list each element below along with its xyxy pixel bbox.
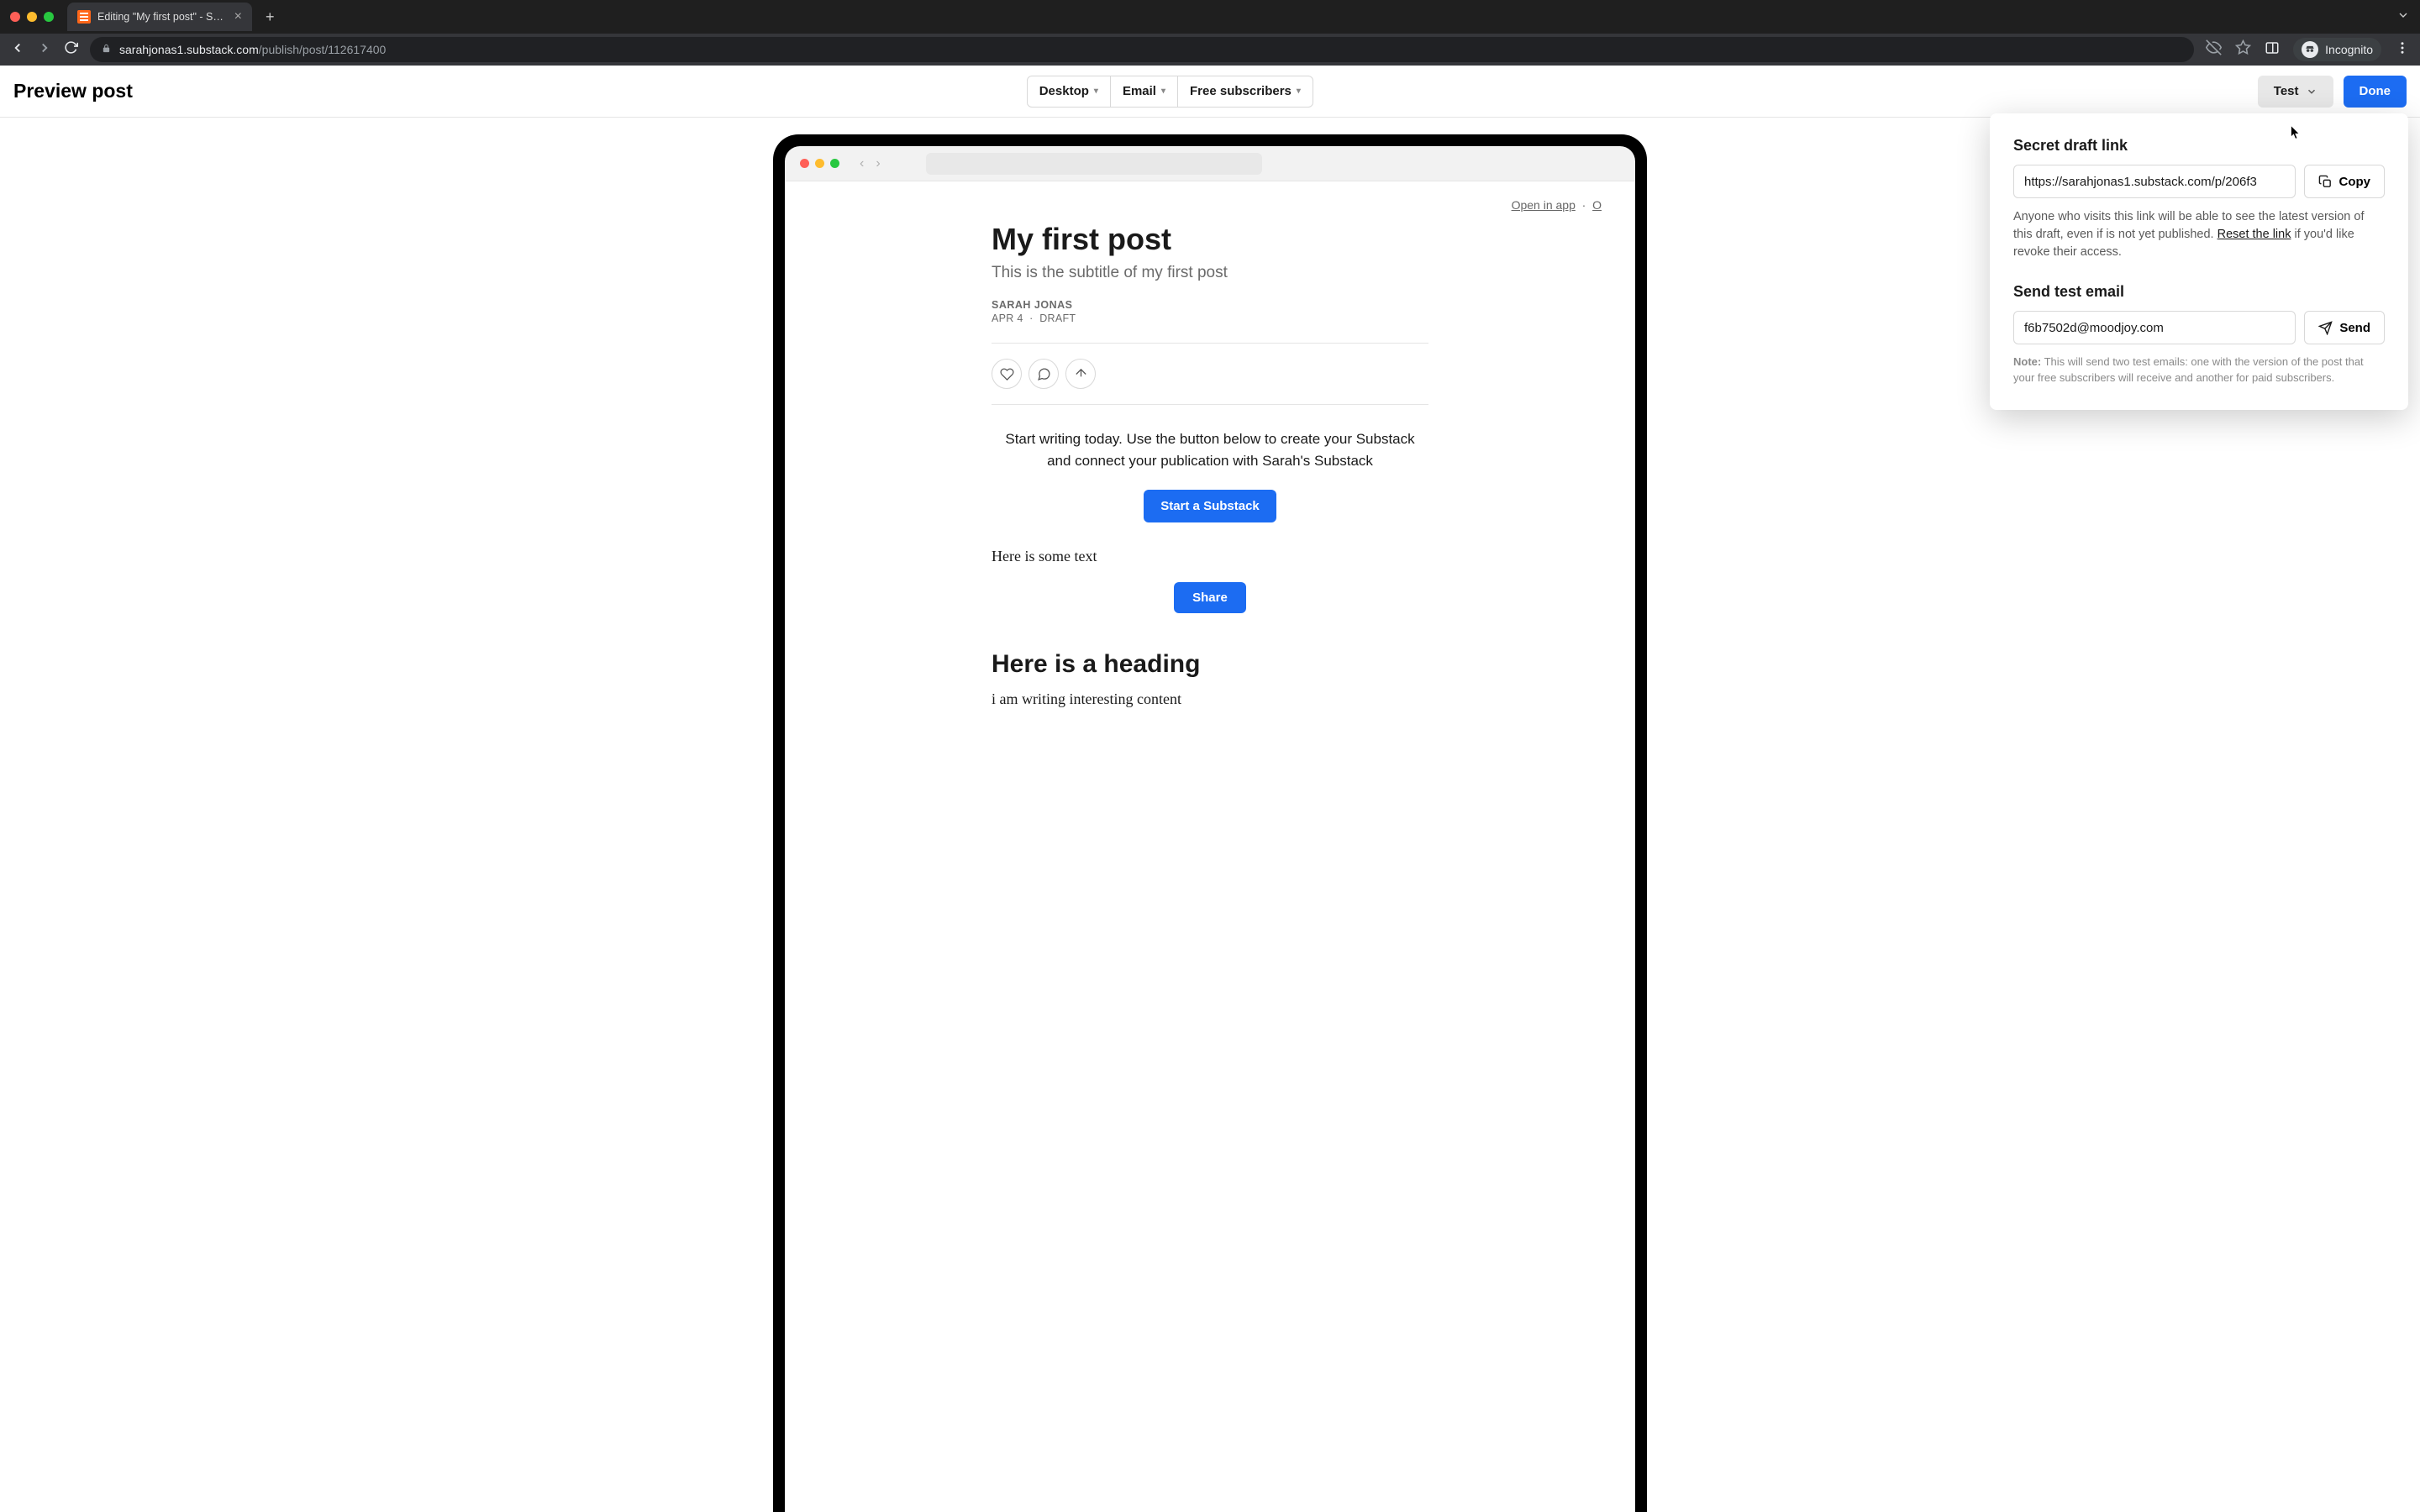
chevron-down-icon: ▾ [1094, 87, 1098, 96]
promo-text: Start writing today. Use the button belo… [992, 428, 1428, 473]
device-screen: ‹ › Open in app · O My first post This i… [785, 146, 1635, 1512]
app-header: Preview post Desktop▾ Email▾ Free subscr… [0, 66, 2420, 118]
star-icon[interactable] [2235, 39, 2251, 60]
mini-address-bar [926, 153, 1262, 175]
share-icon [1074, 367, 1088, 381]
open-in-app-link[interactable]: Open in app [1512, 198, 1576, 212]
browser-tab[interactable]: Editing "My first post" - Subst… × [67, 3, 252, 31]
view-segments: Desktop▾ Email▾ Free subscribers▾ [1027, 76, 1313, 108]
post-subtitle: This is the subtitle of my first post [992, 264, 1428, 282]
dot-red-icon [800, 159, 809, 168]
side-panel-icon[interactable] [2265, 40, 2280, 60]
post-heading: Here is a heading [992, 650, 1428, 679]
close-tab-icon[interactable]: × [234, 9, 242, 24]
secret-link-description: Anyone who visits this link will be able… [2013, 208, 2385, 261]
segment-desktop[interactable]: Desktop▾ [1027, 76, 1111, 108]
eye-off-icon[interactable] [2206, 39, 2222, 60]
back-button[interactable] [10, 40, 25, 60]
comment-icon [1037, 367, 1051, 381]
chevron-down-icon: ▾ [1161, 87, 1165, 96]
test-email-heading: Send test email [2013, 283, 2385, 301]
share-button[interactable]: Share [1174, 582, 1246, 613]
incognito-badge[interactable]: Incognito [2293, 38, 2381, 61]
address-bar[interactable]: sarahjonas1.substack.com/publish/post/11… [90, 37, 2194, 62]
share-action-button[interactable] [1065, 359, 1096, 389]
mini-traffic-lights [800, 159, 839, 168]
device-frame: ‹ › Open in app · O My first post This i… [773, 134, 1647, 1512]
tab-overflow-icon[interactable] [2396, 8, 2410, 26]
chevron-down-icon: ▾ [1297, 87, 1301, 96]
minimize-window-icon[interactable] [27, 12, 37, 22]
segment-email[interactable]: Email▾ [1111, 76, 1177, 108]
copy-icon [2318, 175, 2333, 189]
test-button[interactable]: Test [2258, 76, 2333, 108]
post-date-status: APR 4 · DRAFT [992, 312, 1428, 324]
comment-button[interactable] [1028, 359, 1059, 389]
maximize-window-icon[interactable] [44, 12, 54, 22]
substack-favicon-icon [77, 10, 91, 24]
tab-bar: Editing "My first post" - Subst… × + [0, 0, 2420, 34]
forward-icon: › [876, 156, 880, 171]
browser-actions: Incognito [2206, 38, 2410, 61]
header-actions: Test Done [2258, 76, 2407, 108]
post-body-1: Here is some text [992, 548, 1428, 565]
incognito-icon [2302, 41, 2318, 58]
dot-yellow-icon [815, 159, 824, 168]
top-links: Open in app · O [785, 198, 1635, 222]
page-title: Preview post [13, 80, 133, 102]
heart-icon [1000, 367, 1014, 381]
done-button[interactable]: Done [2344, 76, 2407, 108]
new-tab-button[interactable]: + [266, 8, 275, 26]
kebab-menu-icon[interactable] [2395, 40, 2410, 60]
post-body-2: i am writing interesting content [992, 690, 1428, 708]
post-container: My first post This is the subtitle of my… [975, 222, 1445, 708]
other-link[interactable]: O [1592, 198, 1602, 212]
close-window-icon[interactable] [10, 12, 20, 22]
secret-link-input[interactable]: https://sarahjonas1.substack.com/p/206f3 [2013, 165, 2296, 198]
post-action-row [992, 343, 1428, 405]
back-icon: ‹ [860, 156, 864, 171]
device-topbar: ‹ › [785, 146, 1635, 181]
forward-button[interactable] [37, 40, 52, 60]
test-email-input[interactable]: f6b7502d@moodjoy.com [2013, 311, 2296, 344]
send-button[interactable]: Send [2304, 311, 2385, 344]
copy-button[interactable]: Copy [2304, 165, 2386, 198]
segment-free[interactable]: Free subscribers▾ [1177, 76, 1313, 108]
tab-title: Editing "My first post" - Subst… [97, 11, 224, 23]
address-bar-row: sarahjonas1.substack.com/publish/post/11… [0, 34, 2420, 66]
test-note: Note: This will send two test emails: on… [2013, 354, 2385, 386]
url-domain: sarahjonas1.substack.com [119, 43, 259, 56]
url-path: /publish/post/112617400 [259, 43, 387, 56]
like-button[interactable] [992, 359, 1022, 389]
post-title: My first post [992, 222, 1428, 257]
post-author: SARAH JONAS [992, 299, 1428, 311]
cursor-icon [2287, 124, 2302, 139]
mini-nav: ‹ › [860, 156, 881, 171]
secret-link-heading: Secret draft link [2013, 137, 2385, 155]
reload-button[interactable] [64, 40, 78, 59]
incognito-label: Incognito [2325, 43, 2373, 56]
lock-icon [102, 44, 111, 55]
browser-chrome: Editing "My first post" - Subst… × + sar… [0, 0, 2420, 66]
chevron-down-icon [2306, 86, 2317, 97]
dot-green-icon [830, 159, 839, 168]
send-icon [2318, 321, 2333, 335]
device-content: Open in app · O My first post This is th… [785, 181, 1635, 1512]
reset-link[interactable]: Reset the link [2217, 228, 2291, 241]
window-traffic-lights [10, 12, 54, 22]
start-substack-button[interactable]: Start a Substack [1144, 490, 1276, 522]
test-dropdown-panel: Secret draft link https://sarahjonas1.su… [1990, 113, 2408, 410]
